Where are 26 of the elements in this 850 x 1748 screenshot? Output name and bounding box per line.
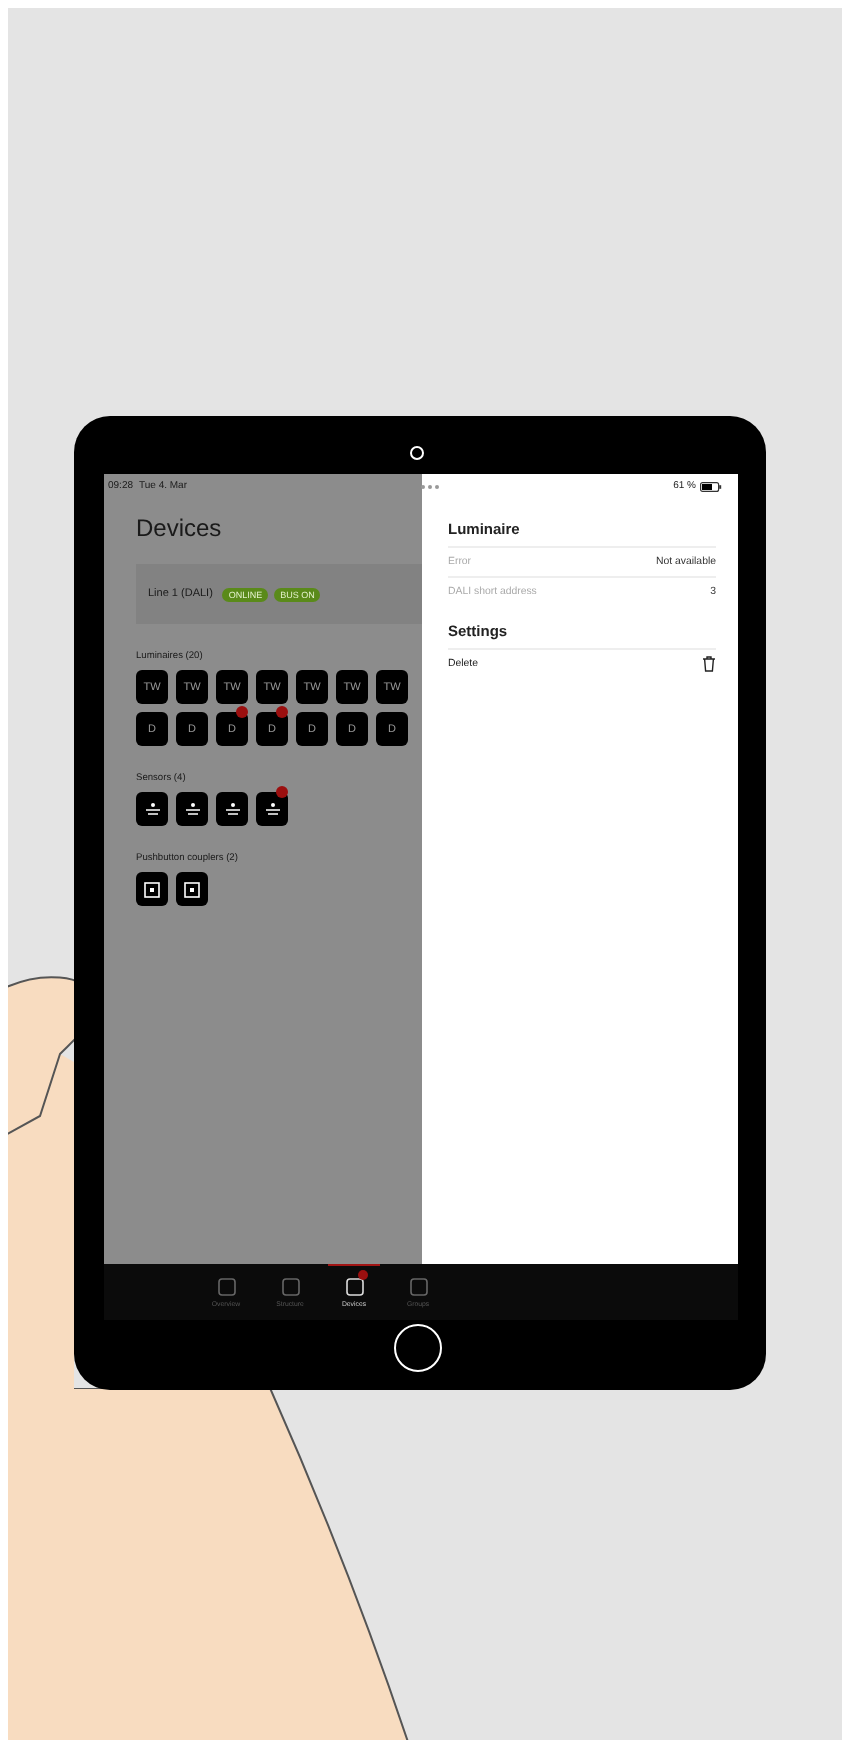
tab-icon: [281, 1278, 299, 1296]
sensor-tile[interactable]: [136, 792, 168, 826]
battery-icon: [700, 481, 722, 491]
camera-icon: [410, 446, 424, 460]
sensor-icon: [263, 802, 281, 816]
sensor-icon: [223, 802, 241, 816]
alert-badge: [358, 1270, 368, 1280]
square-icon: [144, 881, 160, 897]
sensor-tile[interactable]: [256, 792, 288, 826]
square-icon: [184, 881, 200, 897]
alert-badge: [236, 706, 248, 718]
sensor-icon: [183, 802, 201, 816]
tab-icon: [345, 1278, 363, 1296]
coupler-tile[interactable]: [136, 872, 168, 906]
more-dots-icon[interactable]: [420, 483, 440, 489]
tab-icon: [217, 1278, 235, 1296]
sensor-tile[interactable]: [216, 792, 248, 826]
home-button[interactable]: [394, 1324, 442, 1372]
page-title: Devices: [136, 514, 224, 542]
sensor-tile[interactable]: [176, 792, 208, 826]
alert-badge: [276, 786, 288, 798]
sensor-icon: [143, 802, 161, 816]
coupler-tile[interactable]: [176, 872, 208, 906]
trash-icon: [702, 656, 716, 672]
tab-icon: [409, 1278, 427, 1296]
alert-badge: [276, 706, 288, 718]
